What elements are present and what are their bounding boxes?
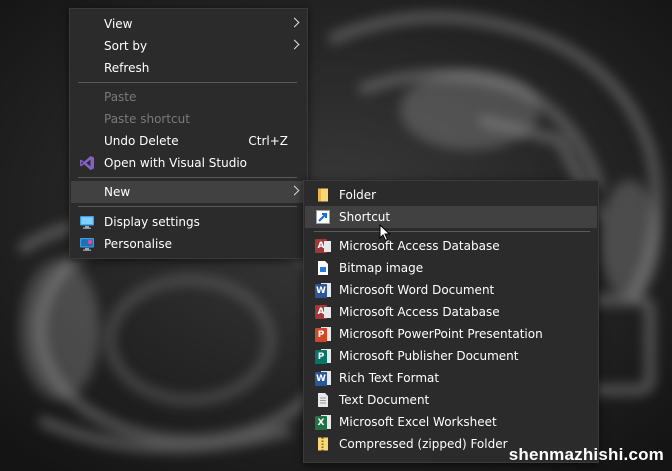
new-submenu: Folder Shortcut A Microsoft Access Datab… xyxy=(303,180,599,463)
chevron-right-icon xyxy=(289,17,300,28)
menu-item-label: Text Document xyxy=(339,393,430,407)
menu-item-display-settings[interactable]: Display settings xyxy=(71,211,306,233)
access-database-icon: A xyxy=(315,304,331,320)
menu-item-undo-delete[interactable]: Undo Delete Ctrl+Z xyxy=(71,130,306,152)
submenu-item-excel-worksheet[interactable]: X Microsoft Excel Worksheet xyxy=(305,411,597,433)
folder-icon xyxy=(318,188,328,202)
menu-item-label: Rich Text Format xyxy=(339,371,440,385)
submenu-item-powerpoint-presentation[interactable]: P Microsoft PowerPoint Presentation xyxy=(305,323,597,345)
submenu-item-access-database[interactable]: A Microsoft Access Database xyxy=(305,235,597,257)
menu-item-label: Folder xyxy=(339,188,377,202)
menu-item-label: Refresh xyxy=(104,61,150,75)
access-database-icon: A xyxy=(315,238,331,254)
menu-item-label: Microsoft Access Database xyxy=(339,305,500,319)
chevron-right-icon xyxy=(289,185,300,196)
menu-item-open-with-visual-studio[interactable]: Open with Visual Studio xyxy=(71,152,306,174)
mouse-cursor-icon xyxy=(379,224,391,242)
menu-item-refresh[interactable]: Refresh xyxy=(71,57,306,79)
menu-item-label: Microsoft PowerPoint Presentation xyxy=(339,327,543,341)
menu-item-label: Compressed (zipped) Folder xyxy=(339,437,508,451)
menu-item-label: View xyxy=(104,17,133,31)
menu-item-label: Personalise xyxy=(104,237,172,251)
chevron-right-icon xyxy=(289,39,300,50)
menu-separator xyxy=(314,231,590,232)
menu-item-personalise[interactable]: Personalise xyxy=(71,233,306,255)
menu-item-label: Open with Visual Studio xyxy=(104,156,247,170)
submenu-item-publisher-document[interactable]: P Microsoft Publisher Document xyxy=(305,345,597,367)
menu-item-view[interactable]: View xyxy=(71,13,306,35)
shortcut-icon xyxy=(316,210,330,224)
menu-item-label: Microsoft Access Database xyxy=(339,239,500,253)
rich-text-icon: W xyxy=(315,370,331,386)
watermark-text: shenmazhishi.com xyxy=(508,445,664,464)
desktop-context-menu: View Sort by Refresh Paste Paste shortcu… xyxy=(69,8,308,259)
menu-item-label: Undo Delete xyxy=(104,134,179,148)
excel-icon: X xyxy=(315,414,331,430)
submenu-item-text-document[interactable]: Text Document xyxy=(305,389,597,411)
submenu-item-bitmap-image[interactable]: Bitmap image xyxy=(305,257,597,279)
bitmap-image-icon xyxy=(318,261,328,275)
publisher-icon: P xyxy=(315,348,331,364)
menu-item-label: New xyxy=(104,185,131,199)
menu-separator xyxy=(78,206,297,207)
submenu-item-word-document[interactable]: W Microsoft Word Document xyxy=(305,279,597,301)
submenu-item-folder[interactable]: Folder xyxy=(305,184,597,206)
submenu-item-rich-text-format[interactable]: W Rich Text Format xyxy=(305,367,597,389)
menu-item-label: Microsoft Word Document xyxy=(339,283,495,297)
menu-item-shortcut: Ctrl+Z xyxy=(248,134,288,148)
menu-item-label: Display settings xyxy=(104,215,200,229)
menu-item-paste[interactable]: Paste xyxy=(71,86,306,108)
menu-item-label: Microsoft Publisher Document xyxy=(339,349,519,363)
menu-separator xyxy=(78,177,297,178)
powerpoint-icon: P xyxy=(315,326,331,342)
menu-item-new[interactable]: New xyxy=(71,181,306,203)
menu-item-sort-by[interactable]: Sort by xyxy=(71,35,306,57)
word-document-icon: W xyxy=(315,282,331,298)
menu-item-label: Microsoft Excel Worksheet xyxy=(339,415,497,429)
menu-item-label: Bitmap image xyxy=(339,261,424,275)
menu-item-paste-shortcut[interactable]: Paste shortcut xyxy=(71,108,306,130)
menu-item-label: Sort by xyxy=(104,39,148,53)
submenu-item-shortcut[interactable]: Shortcut xyxy=(305,206,597,228)
personalise-icon xyxy=(80,238,94,251)
zip-folder-icon xyxy=(318,437,328,451)
text-document-icon xyxy=(318,393,328,407)
monitor-icon xyxy=(80,216,94,229)
menu-separator xyxy=(78,82,297,83)
menu-item-label: Paste shortcut xyxy=(104,112,190,126)
visual-studio-icon xyxy=(80,156,94,170)
menu-item-label: Paste xyxy=(104,90,137,104)
submenu-item-access-database-2[interactable]: A Microsoft Access Database xyxy=(305,301,597,323)
